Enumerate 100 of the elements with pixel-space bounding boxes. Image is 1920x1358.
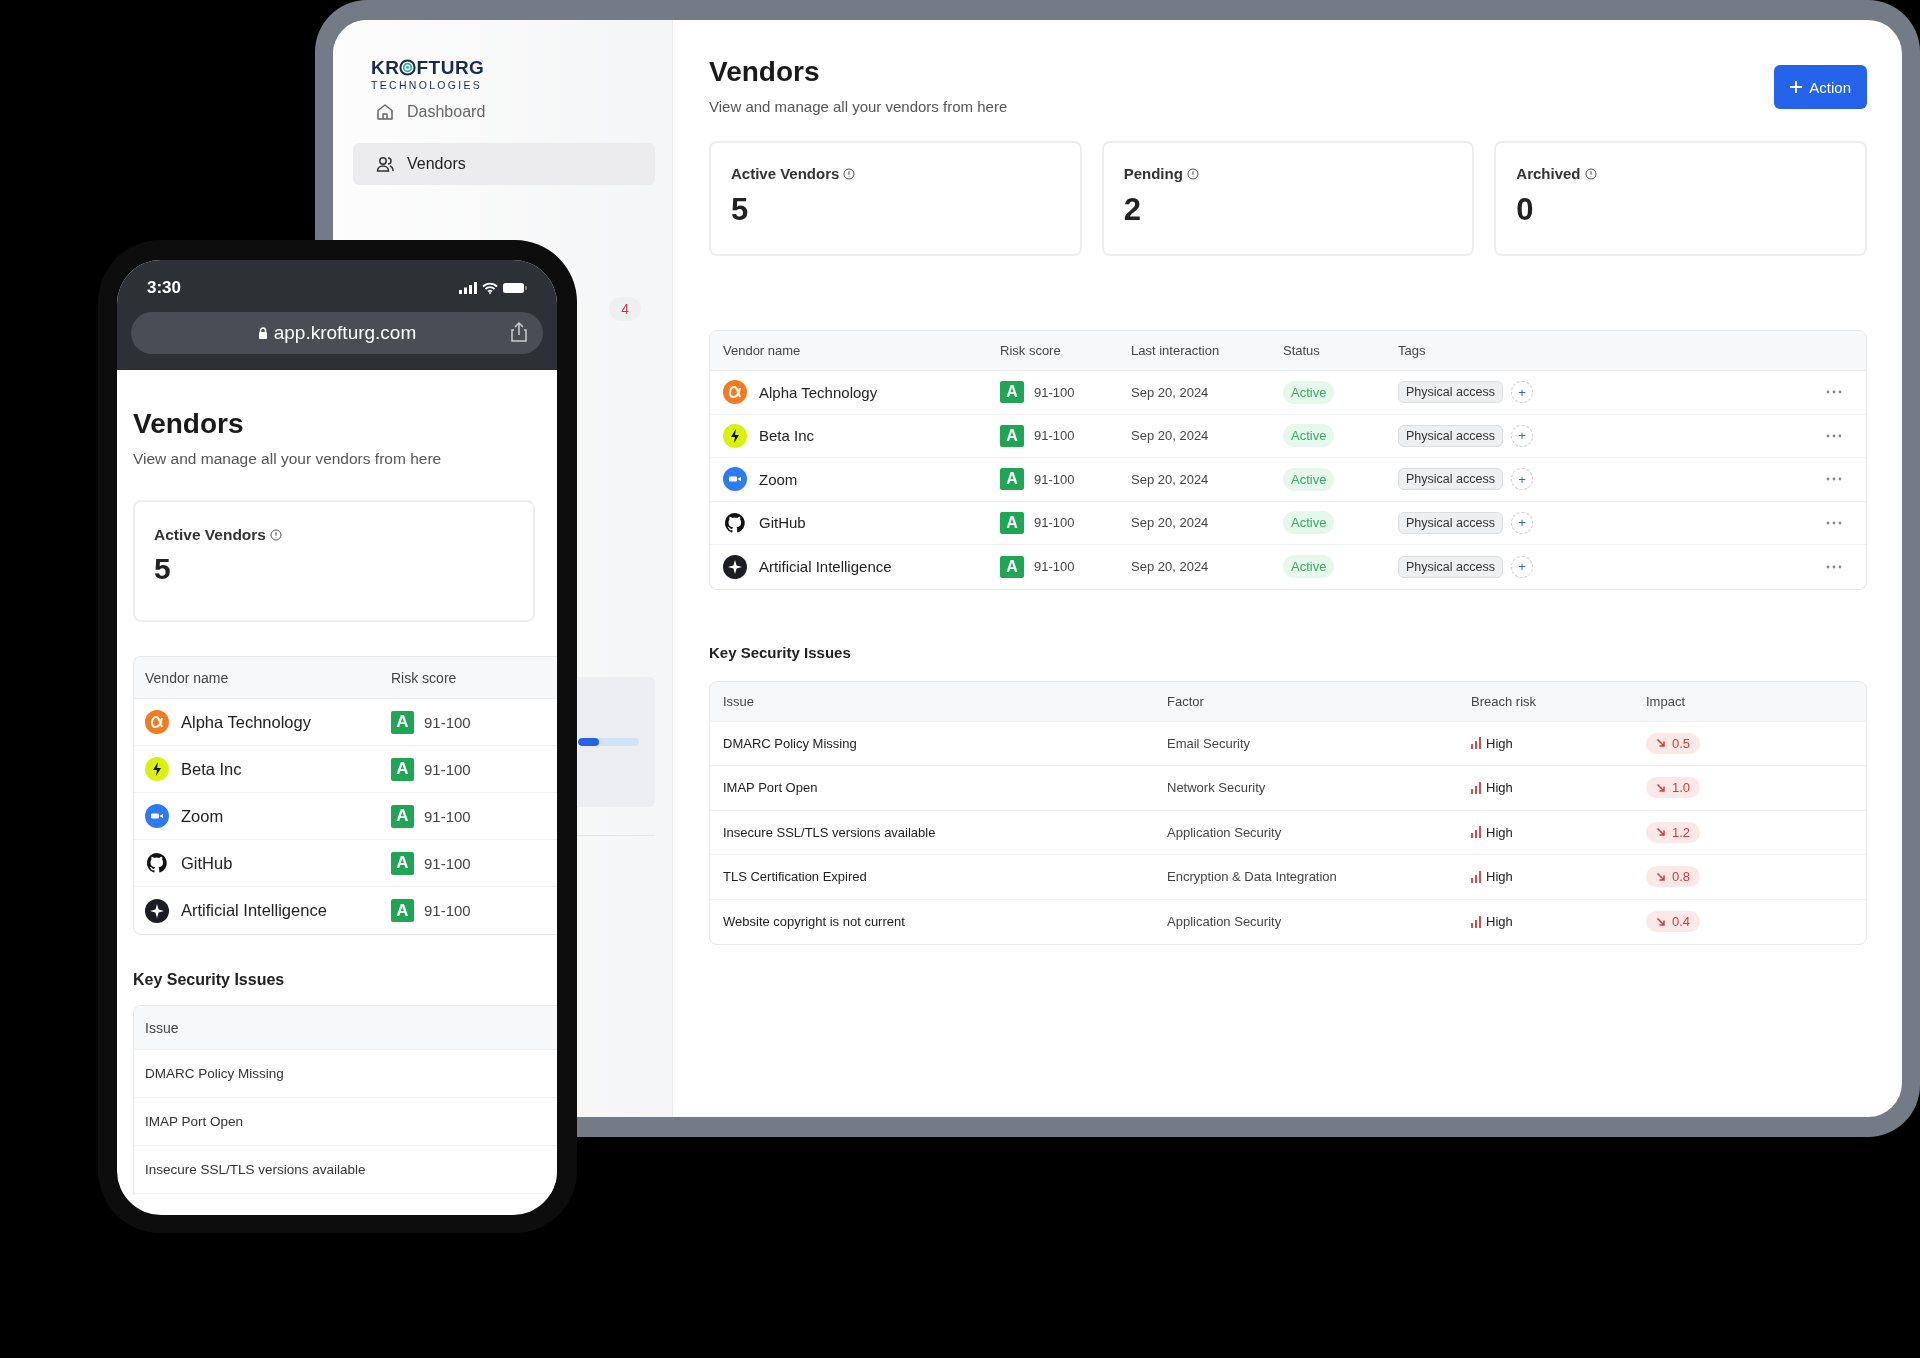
column-header: Breach risk [1471, 693, 1538, 709]
target-logo-icon [399, 59, 417, 76]
page-subtitle: View and manage all your vendors from here [133, 450, 443, 468]
issue-cell-text: IMAP Port Open [723, 780, 819, 796]
vendor-name: Beta Inc [759, 427, 815, 445]
issue-cell-text: Website copyright is not current [723, 914, 906, 930]
camera-logo-icon [145, 804, 169, 828]
grade-badge: A [391, 804, 414, 828]
wifi-icon [482, 282, 498, 294]
breach-risk: High [1486, 824, 1513, 840]
lock-icon [257, 327, 268, 339]
column-header: Tags [1398, 343, 1427, 358]
risk-score: 91-100 [1034, 384, 1075, 400]
vendor-name: Alpha Technology [181, 712, 311, 732]
impact-badge: 0.4 [1646, 911, 1701, 933]
alpha-logo-icon [723, 380, 747, 405]
grade-badge: A [391, 851, 414, 875]
signal-bars-icon [1471, 826, 1481, 839]
risk-score: 91-100 [424, 760, 471, 778]
nav-item[interactable]: Vendors [353, 142, 655, 185]
impact-badge: 1.2 [1646, 821, 1701, 843]
status-time: 3:30 [147, 278, 182, 298]
stat-value: 2 [1123, 192, 1142, 228]
bolt-logo-icon [145, 757, 169, 781]
trend-down-icon [1656, 738, 1666, 749]
vendor-name: Beta Inc [181, 759, 242, 779]
factor-cell-text: Network Security [1167, 780, 1267, 796]
bolt-logo-icon [723, 423, 747, 448]
stat-label: Pending [1123, 165, 1183, 182]
grade-badge: A [1000, 468, 1024, 491]
section-title: Key Security Issues [709, 643, 852, 661]
more-icon[interactable] [1826, 433, 1842, 438]
vendor-name: GitHub [759, 514, 806, 532]
impact-badge: 0.5 [1646, 732, 1701, 754]
column-header: Factor [1167, 693, 1205, 709]
more-icon[interactable] [1826, 477, 1842, 482]
add-tag-button[interactable]: + [1510, 424, 1533, 447]
plus-icon [1790, 81, 1803, 93]
column-header: Issue [145, 1019, 180, 1036]
vendor-name: Artificial Intelligence [181, 901, 327, 920]
column-header: Impact [1646, 693, 1686, 709]
add-tag-button[interactable]: + [1510, 555, 1533, 578]
date-cell-text: Sep 20, 2024 [1131, 559, 1210, 575]
column-header: Status [1283, 343, 1321, 358]
factor-cell-text: Application Security [1167, 914, 1283, 930]
more-icon[interactable] [1826, 520, 1842, 525]
add-tag-button[interactable]: + [1510, 381, 1533, 404]
add-tag-button[interactable]: + [1510, 511, 1533, 534]
stat-label: Active Vendors [154, 526, 266, 544]
breach-risk: High [1486, 869, 1513, 885]
page-title: Vendors [709, 56, 821, 88]
info-icon [1584, 167, 1597, 180]
column-header: Vendor name [145, 669, 230, 686]
company-logo: KR FTURG TECHNOLOGIES [371, 58, 486, 91]
date-cell-text: Sep 20, 2024 [1131, 515, 1210, 531]
sparkle-logo-icon [145, 898, 169, 923]
tag-chip: Physical access [1398, 381, 1503, 404]
signal-bars-icon [1471, 781, 1481, 794]
column-header: Issue [723, 693, 756, 709]
grade-badge: A [391, 710, 414, 734]
address-bar[interactable]: app.krofturg.com [131, 312, 543, 354]
stat-value: 5 [731, 192, 750, 228]
risk-score: 91-100 [424, 854, 471, 872]
risk-score: 91-100 [1034, 559, 1075, 575]
status-badge: Active [1283, 467, 1335, 491]
breach-risk: High [1486, 780, 1513, 796]
status-badge: Active [1283, 424, 1335, 448]
vendor-name: GitHub [181, 853, 233, 873]
tag-chip: Physical access [1398, 424, 1503, 447]
more-icon[interactable] [1826, 564, 1842, 569]
breach-risk: High [1486, 735, 1513, 751]
issue-cell-text: DMARC Policy Missing [723, 735, 858, 751]
breach-risk: High [1486, 914, 1513, 930]
risk-score: 91-100 [424, 902, 471, 919]
more-icon[interactable] [1826, 390, 1842, 395]
issue-cell-text: Insecure SSL/TLS versions available [145, 1162, 367, 1177]
risk-score: 91-100 [1034, 428, 1075, 444]
tag-chip: Physical access [1398, 555, 1503, 578]
action-button[interactable]: Action [1774, 65, 1867, 109]
vendor-name: Zoom [759, 470, 798, 488]
share-icon[interactable] [511, 322, 527, 342]
grade-badge: A [1000, 381, 1024, 404]
issue-cell-text: TLS Certification Expired [723, 869, 868, 885]
factor-cell-text: Encryption & Data Integration [1167, 869, 1338, 885]
grade-badge: A [1000, 424, 1024, 447]
signal-bars-icon [1471, 737, 1481, 750]
grade-badge: A [1000, 511, 1024, 534]
factor-cell-text: Email Security [1167, 735, 1252, 751]
status-badge: Active [1283, 380, 1335, 404]
nav-item[interactable]: Dashboard [353, 90, 655, 133]
count-badge: 4 [609, 296, 641, 321]
battery-icon [503, 282, 527, 294]
impact-badge: 0.8 [1646, 866, 1701, 888]
grade-badge: A [1000, 555, 1024, 578]
status-badge: Active [1283, 555, 1335, 579]
section-title: Key Security Issues [133, 971, 286, 989]
column-header: Risk score [1000, 343, 1062, 358]
add-tag-button[interactable]: + [1510, 468, 1533, 491]
trend-down-icon [1656, 871, 1666, 882]
issue-cell-text: Insecure SSL/TLS versions available [723, 824, 937, 840]
